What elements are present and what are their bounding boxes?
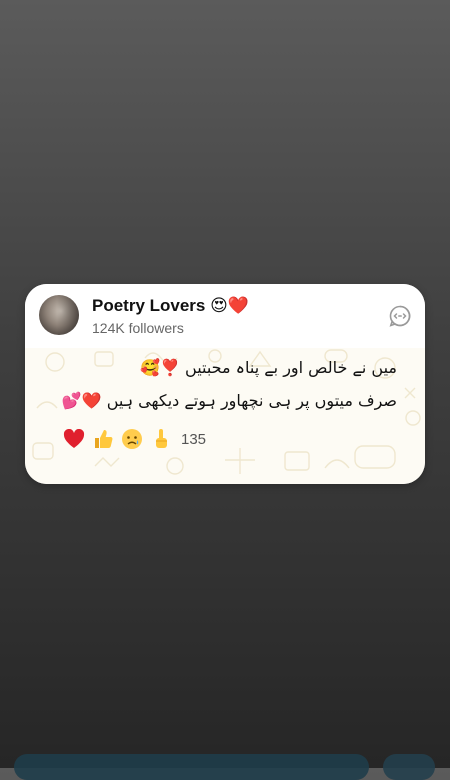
sad-face-icon[interactable] [117,428,146,450]
message-line-2-text: صرف میتوں پر ہی نچھاور ہوتے دیکھی ہیں [106,391,397,410]
reply-input-bar[interactable] [14,754,369,780]
channel-name-emoji: 😍❤️ [210,296,250,315]
thumbs-up-icon[interactable] [88,428,117,450]
message-line-1: میں نے خالص اور بے پناہ محبتیں ❣️🥰 [140,358,397,377]
message-line-2-emoji: ❤️💕 [61,391,102,410]
channel-name-row[interactable]: Poetry Lovers 😍❤️ [92,296,249,316]
channel-message-card[interactable]: Poetry Lovers 😍❤️ 124K followers میں نے … [25,284,425,484]
channel-avatar[interactable] [39,295,79,335]
card-header: Poetry Lovers 😍❤️ 124K followers [25,284,425,348]
send-button[interactable] [383,754,435,780]
channel-name: Poetry Lovers [92,296,206,315]
message-line-1-text: میں نے خالص اور بے پناہ محبتیں [185,358,397,377]
reactions-bar[interactable]: 135 [59,427,206,451]
followers-count: 124K followers [92,320,184,336]
forward-icon[interactable] [389,305,411,327]
reaction-count: 135 [181,430,207,448]
message-body: میں نے خالص اور بے پناہ محبتیں ❣️🥰 صرف م… [25,348,425,484]
red-heart-icon[interactable] [59,428,88,450]
message-line-2: صرف میتوں پر ہی نچھاور ہوتے دیکھی ہیں ❤️… [62,391,397,410]
message-line-1-emoji: ❣️🥰 [140,358,180,377]
raised-finger-icon[interactable] [146,428,175,450]
